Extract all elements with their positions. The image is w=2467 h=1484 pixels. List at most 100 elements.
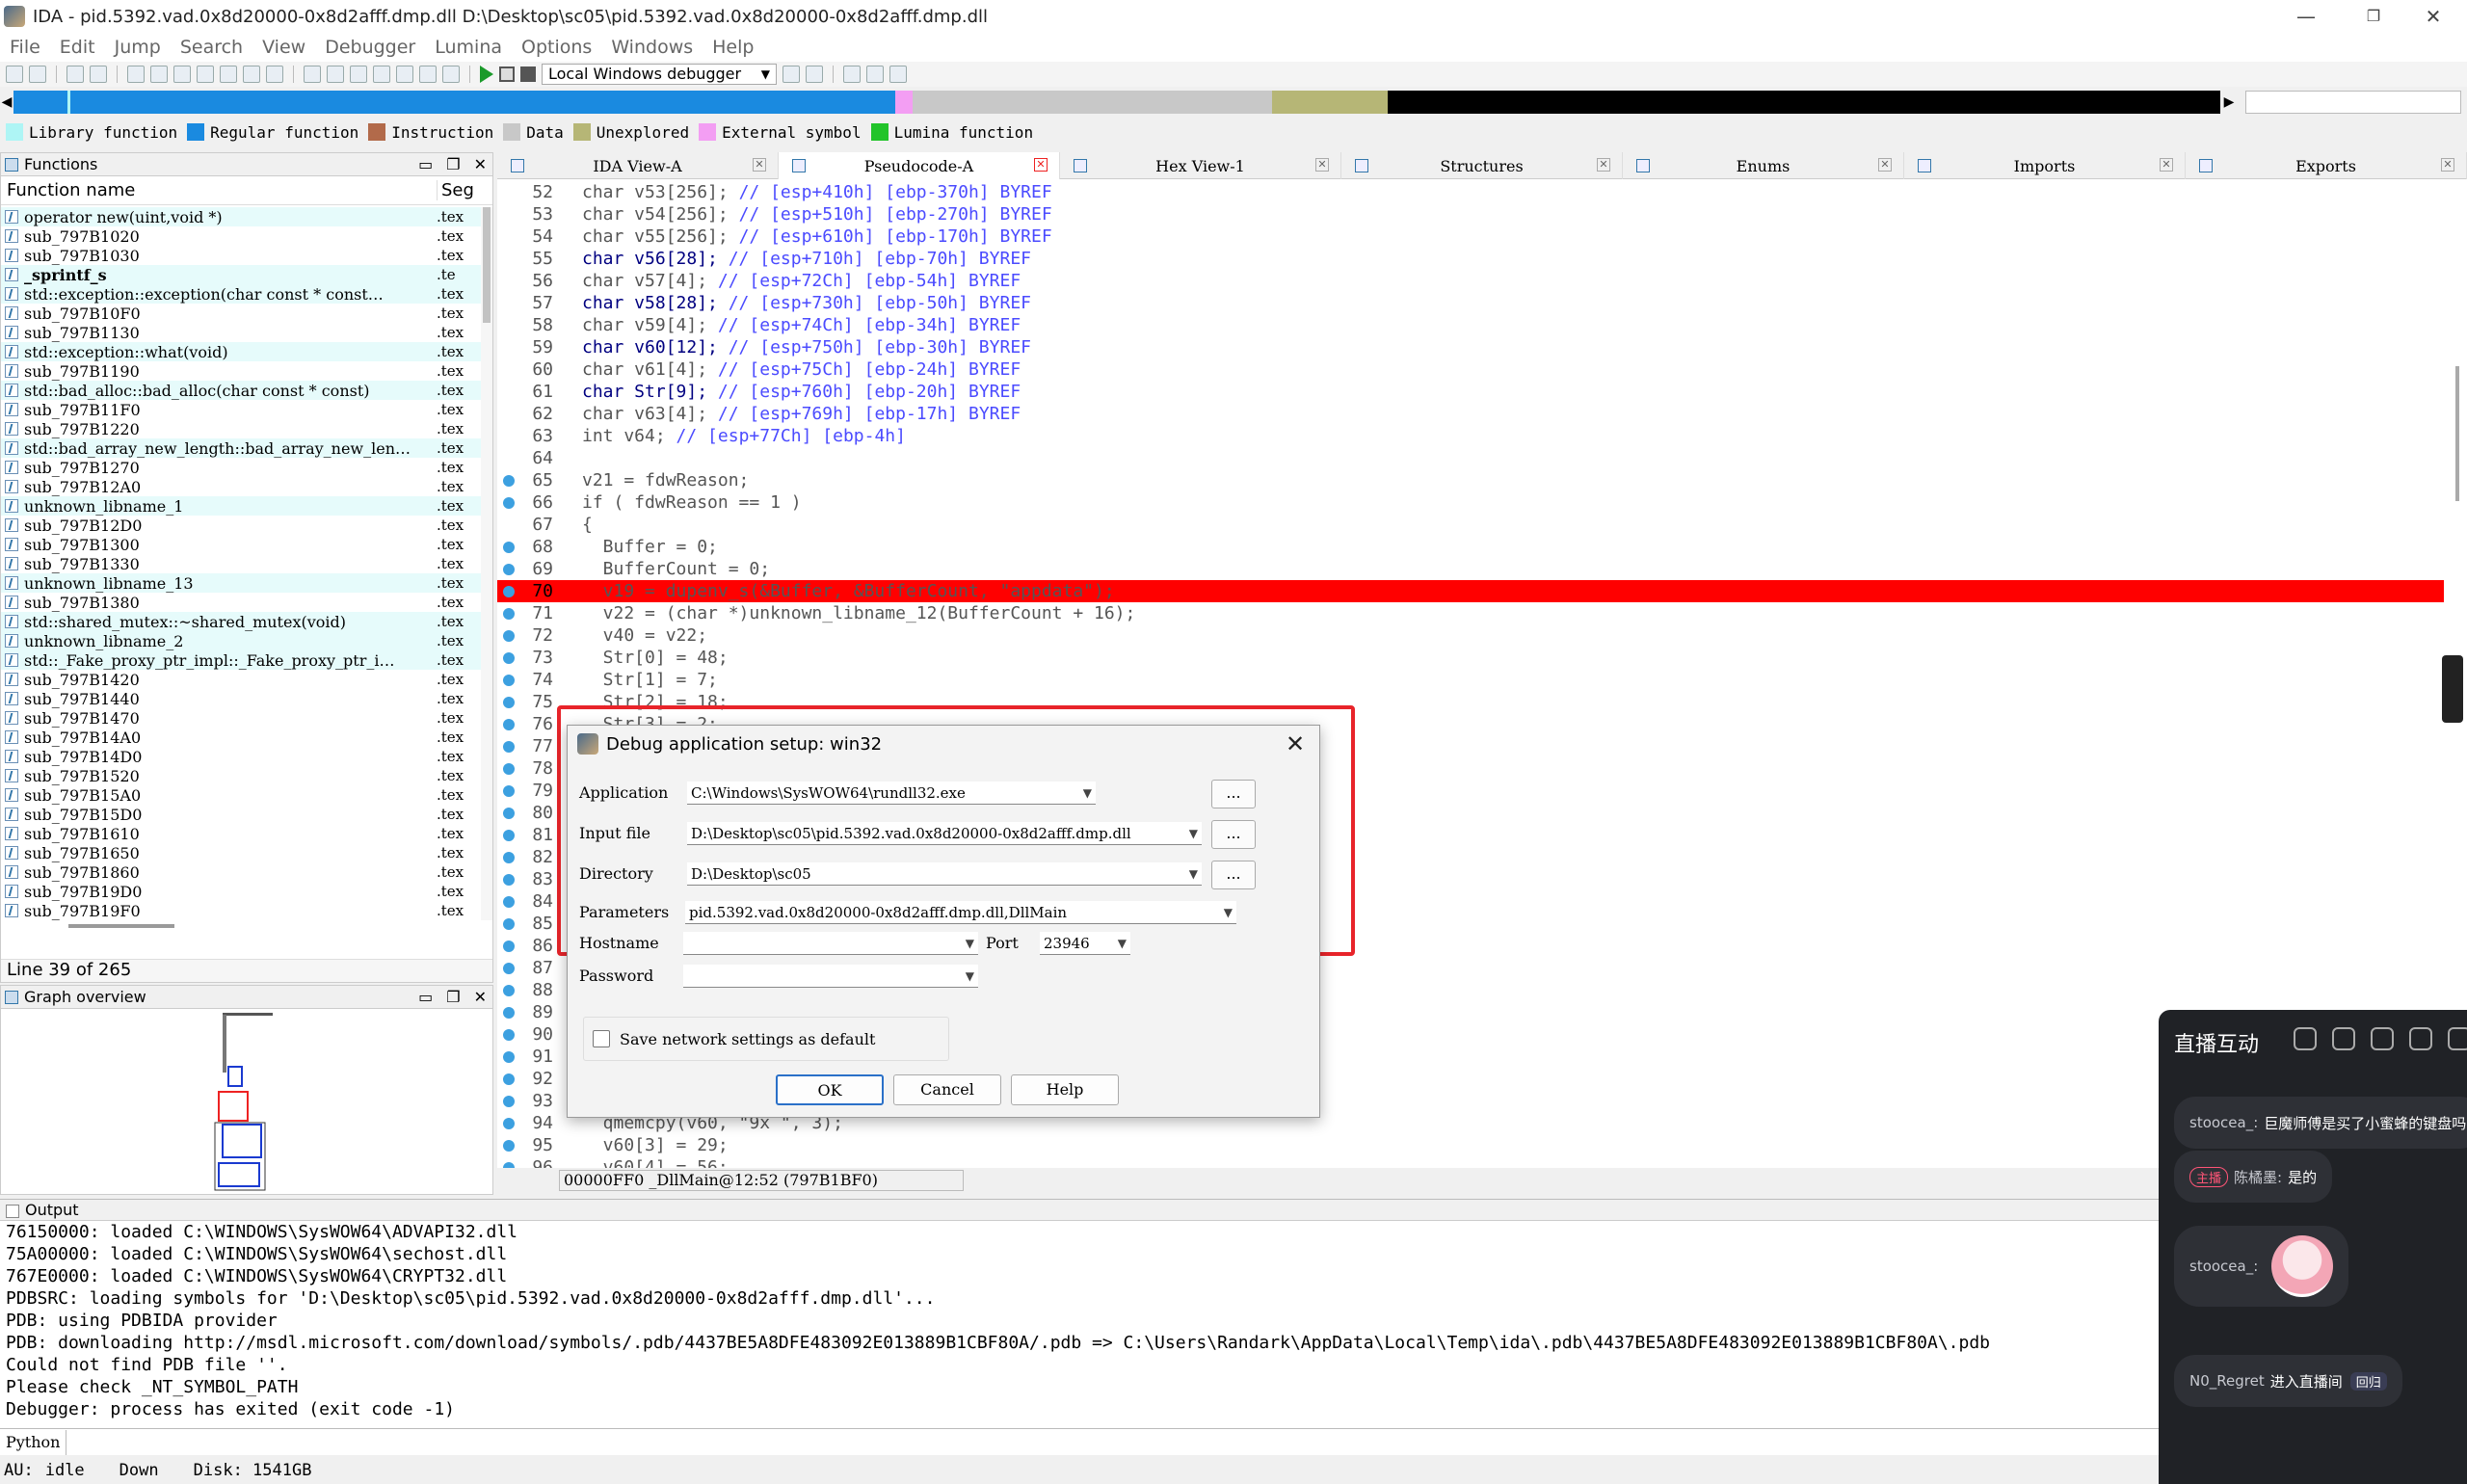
threads-icon[interactable] <box>889 66 907 83</box>
function-row[interactable]: unknown_libname_1 .tex <box>1 496 481 516</box>
function-row[interactable]: sub_797B12D0 .tex <box>1 516 481 535</box>
function-row[interactable]: sub_797B14A0 .tex <box>1 728 481 747</box>
restore-icon[interactable]: ❐ <box>446 155 460 173</box>
function-row[interactable]: sub_797B1300 .tex <box>1 535 481 554</box>
tab-hex-view-1[interactable]: Hex View-1 ✕ <box>1060 152 1341 179</box>
col-segment[interactable]: Seg <box>437 180 474 200</box>
chat-message[interactable]: N0_Regret 进入直播间 回归 <box>2174 1355 2402 1407</box>
close-icon[interactable]: ✕ <box>753 158 766 172</box>
function-row[interactable]: sub_797B1270 .tex <box>1 458 481 477</box>
function-row[interactable]: sub_797B11F0 .tex <box>1 400 481 419</box>
tab-structures[interactable]: Structures ✕ <box>1341 152 1623 179</box>
undefine-icon[interactable] <box>442 66 460 83</box>
close-icon[interactable]: ✕ <box>2160 158 2173 172</box>
code-line[interactable]: 64 <box>497 447 2444 469</box>
menu-search[interactable]: Search <box>171 37 252 58</box>
code-line[interactable]: 57 char v58[28]; // [esp+730h] [ebp-50h] … <box>497 292 2444 314</box>
code-line[interactable]: 54 char v55[256]; // [esp+610h] [ebp-170h… <box>497 225 2444 248</box>
function-row[interactable]: sub_797B1440 .tex <box>1 689 481 708</box>
close-icon[interactable]: ✕ <box>474 155 487 173</box>
breakpoint-list-icon[interactable] <box>843 66 861 83</box>
code-icon[interactable] <box>350 66 367 83</box>
minimize-button[interactable]: — <box>2272 0 2340 33</box>
functions-scrollbar[interactable] <box>481 207 492 920</box>
struct-icon[interactable] <box>327 66 344 83</box>
function-row[interactable]: operator new(uint,void *) .tex <box>1 207 481 226</box>
code-scrollbar[interactable] <box>2455 366 2459 501</box>
function-row[interactable]: sub_797B1470 .tex <box>1 708 481 728</box>
code-line[interactable]: 69 BufferCount = 0; <box>497 558 2444 580</box>
tab-ida-view-a[interactable]: IDA View-A ✕ <box>497 152 779 179</box>
function-row[interactable]: std::_Fake_proxy_ptr_impl::_Fake_proxy_p… <box>1 650 481 670</box>
dialog-close-button[interactable]: ✕ <box>1281 729 1310 758</box>
function-row[interactable]: std::bad_alloc::bad_alloc(char const * c… <box>1 381 481 400</box>
code-line[interactable]: 53 char v54[256]; // [esp+510h] [ebp-270h… <box>497 203 2444 225</box>
menu-options[interactable]: Options <box>512 37 601 58</box>
code-line[interactable]: 67 { <box>497 514 2444 536</box>
gift-icon[interactable] <box>2332 1027 2355 1050</box>
chat-message[interactable]: stoocea_: 巨魔师傅是买了小蜜蜂的键盘吗 <box>2174 1097 2467 1149</box>
refresh-icon[interactable] <box>2294 1027 2317 1050</box>
input-file-input[interactable]: D:\Desktop\sc05\pid.5392.vad.0x8d20000-0… <box>687 822 1202 845</box>
save-icon[interactable] <box>29 66 46 83</box>
maximize-button[interactable]: ❐ <box>2340 0 2407 33</box>
text-icon[interactable] <box>220 66 237 83</box>
function-row[interactable]: std::exception::what(void) .tex <box>1 342 481 361</box>
restore-icon[interactable]: ❐ <box>446 988 460 1006</box>
input-file-browse-button[interactable]: ... <box>1211 820 1256 849</box>
code-line[interactable]: 59 char v60[12]; // [esp+750h] [ebp-30h] … <box>497 336 2444 358</box>
code-line[interactable]: 71 v22 = (char *)unknown_libname_12(Buff… <box>497 602 2444 624</box>
command-input[interactable] <box>66 1430 2159 1455</box>
code-line[interactable]: 60 char v61[4]; // [esp+75Ch] [ebp-24h] B… <box>497 358 2444 381</box>
code-line[interactable]: 58 char v59[4]; // [esp+74Ch] [ebp-34h] B… <box>497 314 2444 336</box>
code-line[interactable]: 74 Str[1] = 7; <box>497 669 2444 691</box>
function-row[interactable]: std::shared_mutex::~shared_mutex(void) .t… <box>1 612 481 631</box>
function-row[interactable]: sub_797B1190 .tex <box>1 361 481 381</box>
float-icon[interactable]: ▭ <box>418 988 433 1006</box>
function-row[interactable]: sub_797B1330 .tex <box>1 554 481 573</box>
function-row[interactable]: sub_797B1030 .tex <box>1 246 481 265</box>
menu-file[interactable]: File <box>0 37 50 58</box>
function-row[interactable]: sub_797B1420 .tex <box>1 670 481 689</box>
download-icon[interactable] <box>197 66 214 83</box>
code-line[interactable]: 55 char v56[28]; // [esp+710h] [ebp-70h] … <box>497 248 2444 270</box>
close-icon[interactable]: ✕ <box>1034 158 1048 172</box>
step-into-icon[interactable] <box>783 66 800 83</box>
function-row[interactable]: std::bad_array_new_length::bad_array_new… <box>1 438 481 458</box>
tab-pseudocode-a[interactable]: Pseudocode-A ✕ <box>779 152 1060 179</box>
port-input[interactable]: 23946 ▼ <box>1040 932 1130 955</box>
function-row[interactable]: _sprintf_s .te <box>1 265 481 284</box>
function-row[interactable]: sub_797B1380 .tex <box>1 593 481 612</box>
functions-hscroll-thumb[interactable] <box>68 924 174 928</box>
close-icon[interactable]: ✕ <box>2441 158 2454 172</box>
function-row[interactable]: sub_797B10F0 .tex <box>1 304 481 323</box>
menu-edit[interactable]: Edit <box>50 37 105 58</box>
pause-process-icon[interactable] <box>499 66 515 82</box>
close-icon[interactable]: ✕ <box>1597 158 1610 172</box>
close-window-button[interactable]: ✕ <box>2400 0 2467 33</box>
array-icon[interactable] <box>419 66 437 83</box>
code-line[interactable]: 65 v21 = fdwReason; <box>497 469 2444 491</box>
function-icon[interactable] <box>304 66 321 83</box>
menu-help[interactable]: Help <box>703 37 763 58</box>
function-row[interactable]: sub_797B19F0 .tex <box>1 901 481 920</box>
function-row[interactable]: sub_797B1610 .tex <box>1 824 481 843</box>
tab-imports[interactable]: Imports ✕ <box>1904 152 2186 179</box>
menu-lumina[interactable]: Lumina <box>425 37 512 58</box>
function-row[interactable]: sub_797B15D0 .tex <box>1 805 481 824</box>
chat-message[interactable]: 主播 陈橘墨: 是的 <box>2174 1151 2333 1203</box>
code-line[interactable]: 52 char v53[256]; // [esp+410h] [ebp-370h… <box>497 181 2444 203</box>
debugger-select[interactable]: Local Windows debugger ▼ <box>542 64 777 85</box>
function-row[interactable]: sub_797B1020 .tex <box>1 226 481 246</box>
menu-windows[interactable]: Windows <box>601 37 703 58</box>
code-line[interactable]: 70 v19 = dupenv_s(&Buffer, &BufferCount,… <box>497 580 2444 602</box>
segment-select[interactable] <box>2245 91 2461 114</box>
directory-browse-button[interactable]: ... <box>1211 861 1256 889</box>
function-row[interactable]: unknown_libname_2 .tex <box>1 631 481 650</box>
application-input[interactable]: C:\Windows\SysWOW64\rundll32.exe ▼ <box>687 782 1096 805</box>
col-function-name[interactable]: Function name <box>1 180 435 200</box>
graph-icon[interactable] <box>243 66 260 83</box>
help-button[interactable]: Help <box>1011 1074 1119 1105</box>
search-icon[interactable] <box>173 66 191 83</box>
menu-jump[interactable]: Jump <box>105 37 171 58</box>
